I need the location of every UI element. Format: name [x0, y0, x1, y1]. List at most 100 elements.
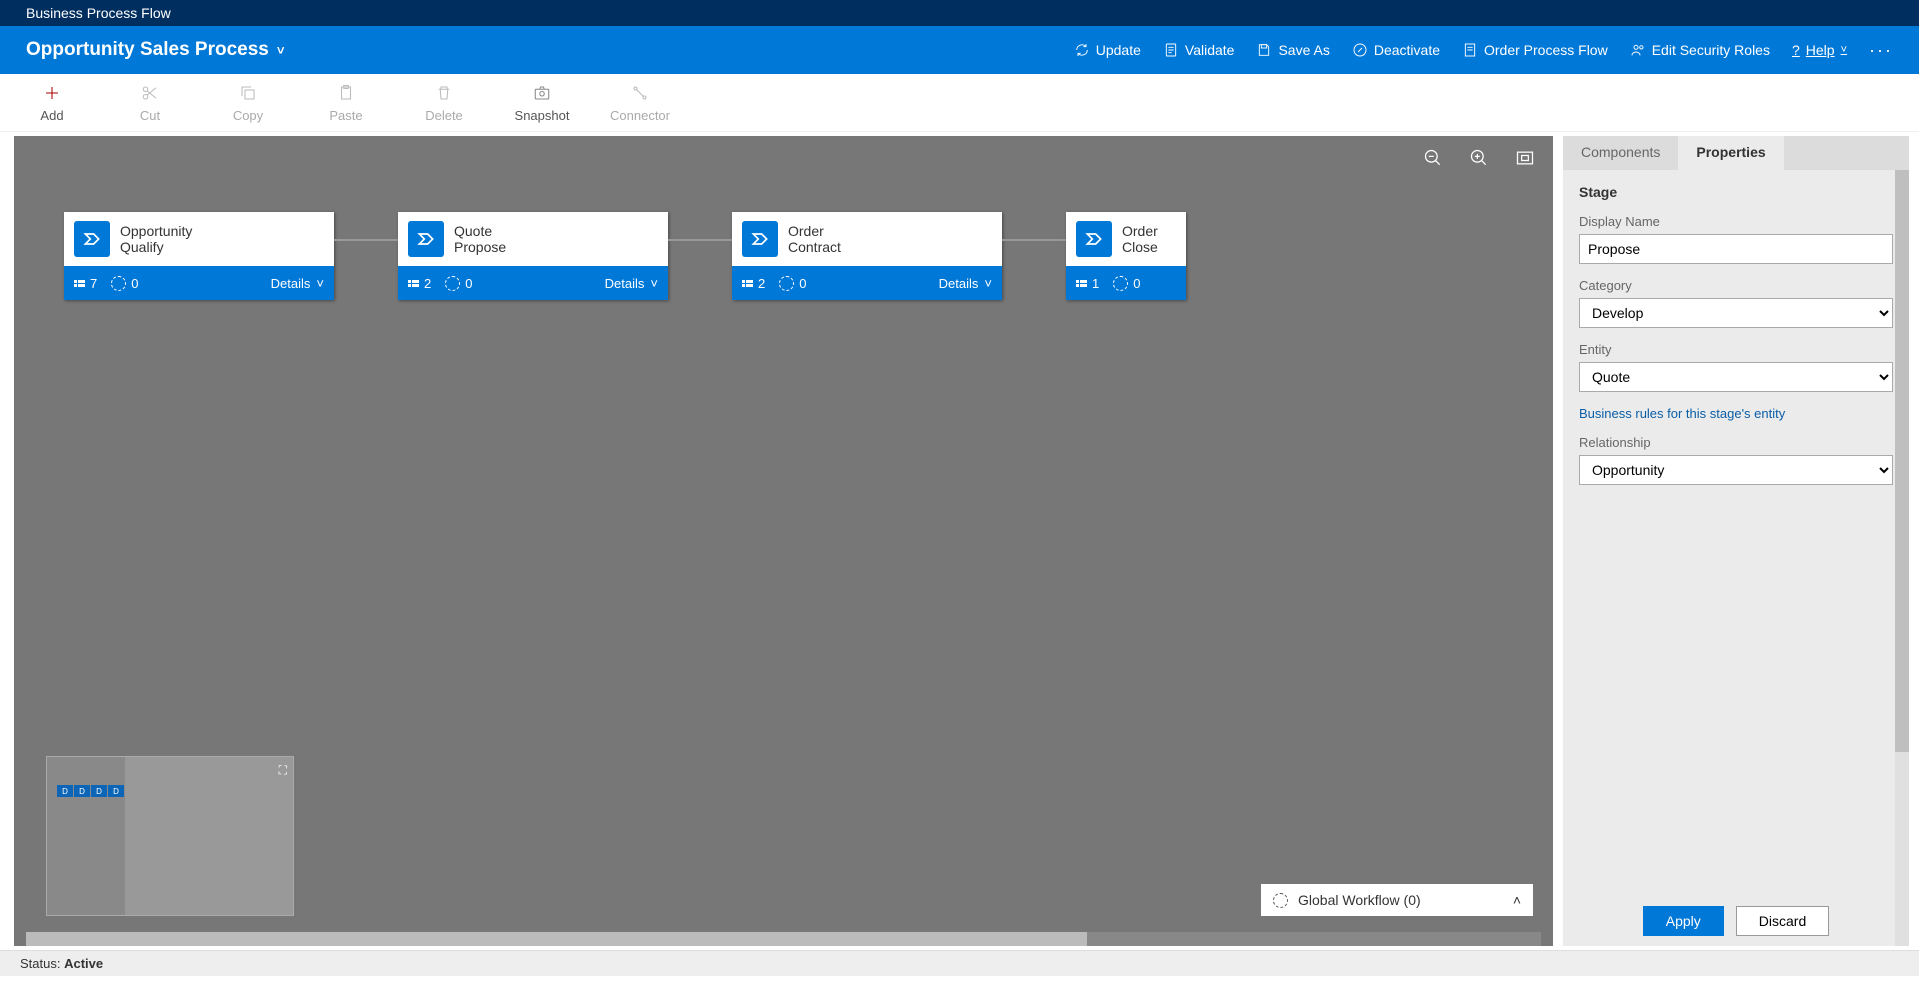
stage-name: Contract	[788, 239, 841, 255]
update-button[interactable]: Update	[1074, 42, 1141, 58]
deactivate-button[interactable]: Deactivate	[1352, 42, 1440, 58]
stage-qualify[interactable]: Opportunity Qualify 7 0 Details˅	[64, 212, 334, 300]
minimap-node: D	[91, 785, 107, 797]
steps-count: 7	[90, 276, 97, 291]
chevron-up-icon: ˄	[1513, 892, 1521, 908]
status-value: Active	[64, 956, 103, 971]
workflow-icon	[1113, 276, 1128, 291]
stage-contract[interactable]: Order Contract 2 0 Details˅	[732, 212, 1002, 300]
plus-icon	[43, 84, 61, 102]
order-icon	[1462, 42, 1478, 58]
workflow-count: 0	[465, 276, 472, 291]
minimap-viewport[interactable]	[47, 757, 125, 915]
steps-icon	[408, 280, 419, 287]
relationship-select[interactable]: Opportunity	[1579, 455, 1893, 485]
apply-button[interactable]: Apply	[1643, 906, 1724, 936]
trash-icon	[435, 84, 453, 102]
details-button[interactable]: Details˅	[605, 276, 658, 291]
stage-icon	[74, 221, 110, 257]
clipboard-icon	[337, 84, 355, 102]
chevron-down-icon: ˅	[1841, 44, 1847, 56]
paste-button[interactable]: Paste	[320, 84, 372, 123]
stage-icon	[1076, 221, 1112, 257]
delete-button[interactable]: Delete	[418, 84, 470, 123]
category-select[interactable]: Develop	[1579, 298, 1893, 328]
minimap-node: D	[57, 785, 73, 797]
steps-icon	[74, 280, 85, 287]
steps-count: 2	[758, 276, 765, 291]
status-bar: Status: Active	[0, 950, 1919, 976]
tab-components[interactable]: Components	[1563, 136, 1678, 170]
copy-button[interactable]: Copy	[222, 84, 274, 123]
chevron-down-icon: ˅	[650, 276, 658, 291]
steps-count: 2	[424, 276, 431, 291]
workflow-count: 0	[131, 276, 138, 291]
connector-button[interactable]: Connector	[614, 84, 666, 123]
details-button[interactable]: Details˅	[939, 276, 992, 291]
snapshot-button[interactable]: Snapshot	[516, 84, 568, 123]
header: Opportunity Sales Process ˅ Update Valid…	[0, 26, 1919, 74]
stage-icon	[742, 221, 778, 257]
properties-panel: Components Properties Stage Display Name…	[1563, 136, 1909, 946]
minimap-node: D	[74, 785, 90, 797]
steps-icon	[1076, 280, 1087, 287]
process-title[interactable]: Opportunity Sales Process ˅	[26, 39, 284, 61]
title-bar: Business Process Flow	[0, 0, 1919, 26]
stage-close[interactable]: Order Close 1 0	[1066, 212, 1186, 300]
chevron-down-icon: ˅	[277, 43, 285, 58]
more-commands-button[interactable]: ···	[1869, 40, 1893, 61]
order-process-flow-button[interactable]: Order Process Flow	[1462, 42, 1608, 58]
entity-label: Entity	[1579, 342, 1893, 357]
command-bar: Update Validate Save As Deactivate Order…	[1074, 40, 1893, 61]
edit-security-roles-button[interactable]: Edit Security Roles	[1630, 42, 1770, 58]
tab-properties[interactable]: Properties	[1678, 136, 1783, 170]
workflow-icon	[1273, 893, 1288, 908]
discard-button[interactable]: Discard	[1736, 906, 1829, 936]
connector-line	[668, 239, 732, 241]
save-icon	[1256, 42, 1272, 58]
workflow-icon	[445, 276, 460, 291]
camera-icon	[533, 84, 551, 102]
horizontal-scrollbar[interactable]	[26, 932, 1541, 946]
stage-icon	[408, 221, 444, 257]
stage-entity: Quote	[454, 223, 506, 239]
connector-line	[334, 239, 398, 241]
workflow-icon	[111, 276, 126, 291]
stage-name: Propose	[454, 239, 506, 255]
zoom-out-icon[interactable]	[1423, 148, 1443, 168]
minimap-node: D	[108, 785, 124, 797]
relationship-label: Relationship	[1579, 435, 1893, 450]
connector-icon	[631, 84, 649, 102]
refresh-icon	[1074, 42, 1090, 58]
cut-button[interactable]: Cut	[124, 84, 176, 123]
scissors-icon	[141, 84, 159, 102]
add-button[interactable]: Add	[26, 84, 78, 123]
stage-propose[interactable]: Quote Propose 2 0 Details˅	[398, 212, 668, 300]
help-button[interactable]: ? Help ˅	[1792, 42, 1847, 58]
save-as-button[interactable]: Save As	[1256, 42, 1329, 58]
entity-select[interactable]: Quote	[1579, 362, 1893, 392]
connector-line	[1002, 239, 1066, 241]
workflow-icon	[779, 276, 794, 291]
details-button[interactable]: Details˅	[271, 276, 324, 291]
minimap-expand-icon[interactable]: ⛶	[279, 763, 287, 778]
vertical-scrollbar[interactable]	[1895, 170, 1909, 946]
people-icon	[1630, 42, 1646, 58]
global-workflow-bar[interactable]: Global Workflow (0) ˄	[1261, 884, 1533, 916]
fit-to-screen-icon[interactable]	[1515, 148, 1535, 168]
minimap[interactable]: ⛶ D D D D	[46, 756, 294, 916]
stage-entity: Order	[1122, 223, 1158, 239]
display-name-input[interactable]	[1579, 234, 1893, 264]
stage-name: Close	[1122, 239, 1158, 255]
validate-button[interactable]: Validate	[1163, 42, 1235, 58]
zoom-in-icon[interactable]	[1469, 148, 1489, 168]
chevron-down-icon: ˅	[984, 276, 992, 291]
canvas[interactable]: Opportunity Qualify 7 0 Details˅	[14, 136, 1553, 946]
copy-icon	[239, 84, 257, 102]
business-rules-link[interactable]: Business rules for this stage's entity	[1579, 406, 1893, 421]
chevron-down-icon: ˅	[316, 276, 324, 291]
toolbar: Add Cut Copy Paste Delete Snapshot Conne…	[0, 74, 1919, 132]
steps-icon	[742, 280, 753, 287]
status-label: Status:	[20, 956, 60, 971]
stage-name: Qualify	[120, 239, 192, 255]
